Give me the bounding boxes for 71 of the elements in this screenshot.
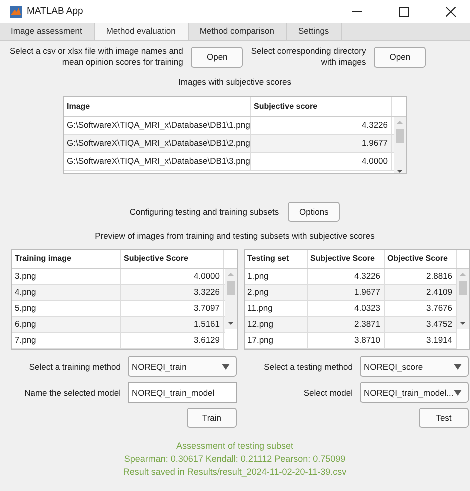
app-icon (10, 6, 22, 18)
result-text: Assessment of testing subset (176, 440, 294, 453)
column-header[interactable]: Subjective score (251, 97, 392, 116)
model-name-field[interactable]: NOREQI_train_model (128, 382, 237, 403)
caret-icon (454, 390, 462, 396)
table-cell: 7.png (12, 333, 121, 348)
section-heading: Preview of images from training and testing subsets with subjective scores (94, 231, 376, 241)
table-cell: 2.png (244, 285, 308, 300)
train-button[interactable]: Train (187, 408, 237, 428)
tab[interactable]: Settings (287, 23, 342, 40)
table-cell: 4.3226 (308, 269, 384, 284)
table-cell: 4.png (12, 285, 121, 300)
subsets-label: Configuring testing and training subsets (130, 207, 280, 217)
dropdown-value: NOREQI_train (132, 362, 187, 372)
table-cell: 5.png (12, 301, 121, 316)
section-heading: Images with subjective scores (178, 77, 292, 87)
table-cell: G:\SoftwareX\TIQA_MRI_x\Database\DB1\3.png (64, 153, 251, 170)
column-header[interactable]: Testing set (244, 250, 308, 268)
table-cell: 2.3871 (308, 317, 384, 332)
close-icon[interactable] (446, 6, 456, 16)
field-label: Select a training method (29, 362, 121, 372)
table-cell: 3.3226 (121, 285, 224, 300)
table-cell: 1.png (244, 269, 308, 284)
dropdown[interactable]: NOREQI_train_model... (360, 382, 469, 403)
column-header[interactable]: Objective Score (384, 250, 456, 268)
open-button[interactable]: Open (374, 46, 426, 68)
table-cell: 4.0000 (121, 269, 224, 284)
dropdown-value: NOREQI_train_model... (364, 388, 454, 398)
tab[interactable]: Method comparison (188, 23, 288, 40)
table-cell: 3.png (12, 269, 121, 284)
tab[interactable]: Method evaluation (95, 23, 189, 40)
dropdown[interactable]: NOREQI_score (360, 356, 469, 377)
caret-icon (454, 364, 462, 370)
column-header[interactable]: Subjective Score (308, 250, 384, 268)
test-button[interactable]: Test (419, 408, 469, 428)
prompt-label: Select corresponding directory with images (251, 46, 366, 68)
dropdown-value: NOREQI_score (364, 362, 424, 372)
table-cell: 3.8710 (308, 333, 384, 348)
table-cell: 4.0000 (251, 153, 392, 170)
table-cell: 1.9677 (251, 135, 392, 152)
prompt-label: Select a csv or xlsx file with image names and mean opinion scores for training (10, 46, 184, 68)
scrollbar[interactable] (457, 269, 469, 329)
table-cell: 4.0323 (308, 301, 384, 316)
table-cell: 3.1914 (384, 333, 456, 348)
column-header[interactable]: Subjective Score (121, 250, 224, 268)
options-button[interactable]: Options (288, 202, 340, 222)
caret-icon (222, 364, 230, 370)
table-cell: 11.png (244, 301, 308, 316)
maximize-icon[interactable] (399, 6, 409, 16)
table-cell: G:\SoftwareX\TIQA_MRI_x\Database\DB1\2.png (64, 135, 251, 152)
column-header[interactable]: Image (64, 97, 251, 116)
field-label: Select model (304, 388, 353, 398)
table-cell: 4.3226 (251, 117, 392, 134)
table-cell: 3.6129 (121, 333, 224, 348)
field-label: Name the selected model (24, 388, 121, 398)
open-button[interactable]: Open (191, 46, 244, 68)
table-cell: 12.png (244, 317, 308, 332)
scrollbar[interactable] (394, 117, 406, 173)
table-cell: 1.9677 (308, 285, 384, 300)
result-text: Spearman: 0.30617 Kendall: 0.21112 Pearson: 0.75099 (124, 453, 346, 466)
result-text: Result saved in Results/result_2024-11-02-20-11-39.csv (123, 466, 347, 479)
table-cell: 1.5161 (121, 317, 224, 332)
window-title: MATLAB App (27, 6, 84, 17)
scrollbar[interactable] (224, 269, 236, 329)
field-label: Select a testing method (264, 362, 353, 372)
dropdown[interactable]: NOREQI_train (128, 356, 237, 377)
table-cell: 6.png (12, 317, 121, 332)
table-cell: 3.7097 (121, 301, 224, 316)
table-cell: G:\SoftwareX\TIQA_MRI_x\Database\DB1\1.png (64, 117, 251, 134)
column-header[interactable]: Training image (12, 250, 121, 268)
table-cell: 17.png (244, 333, 308, 348)
